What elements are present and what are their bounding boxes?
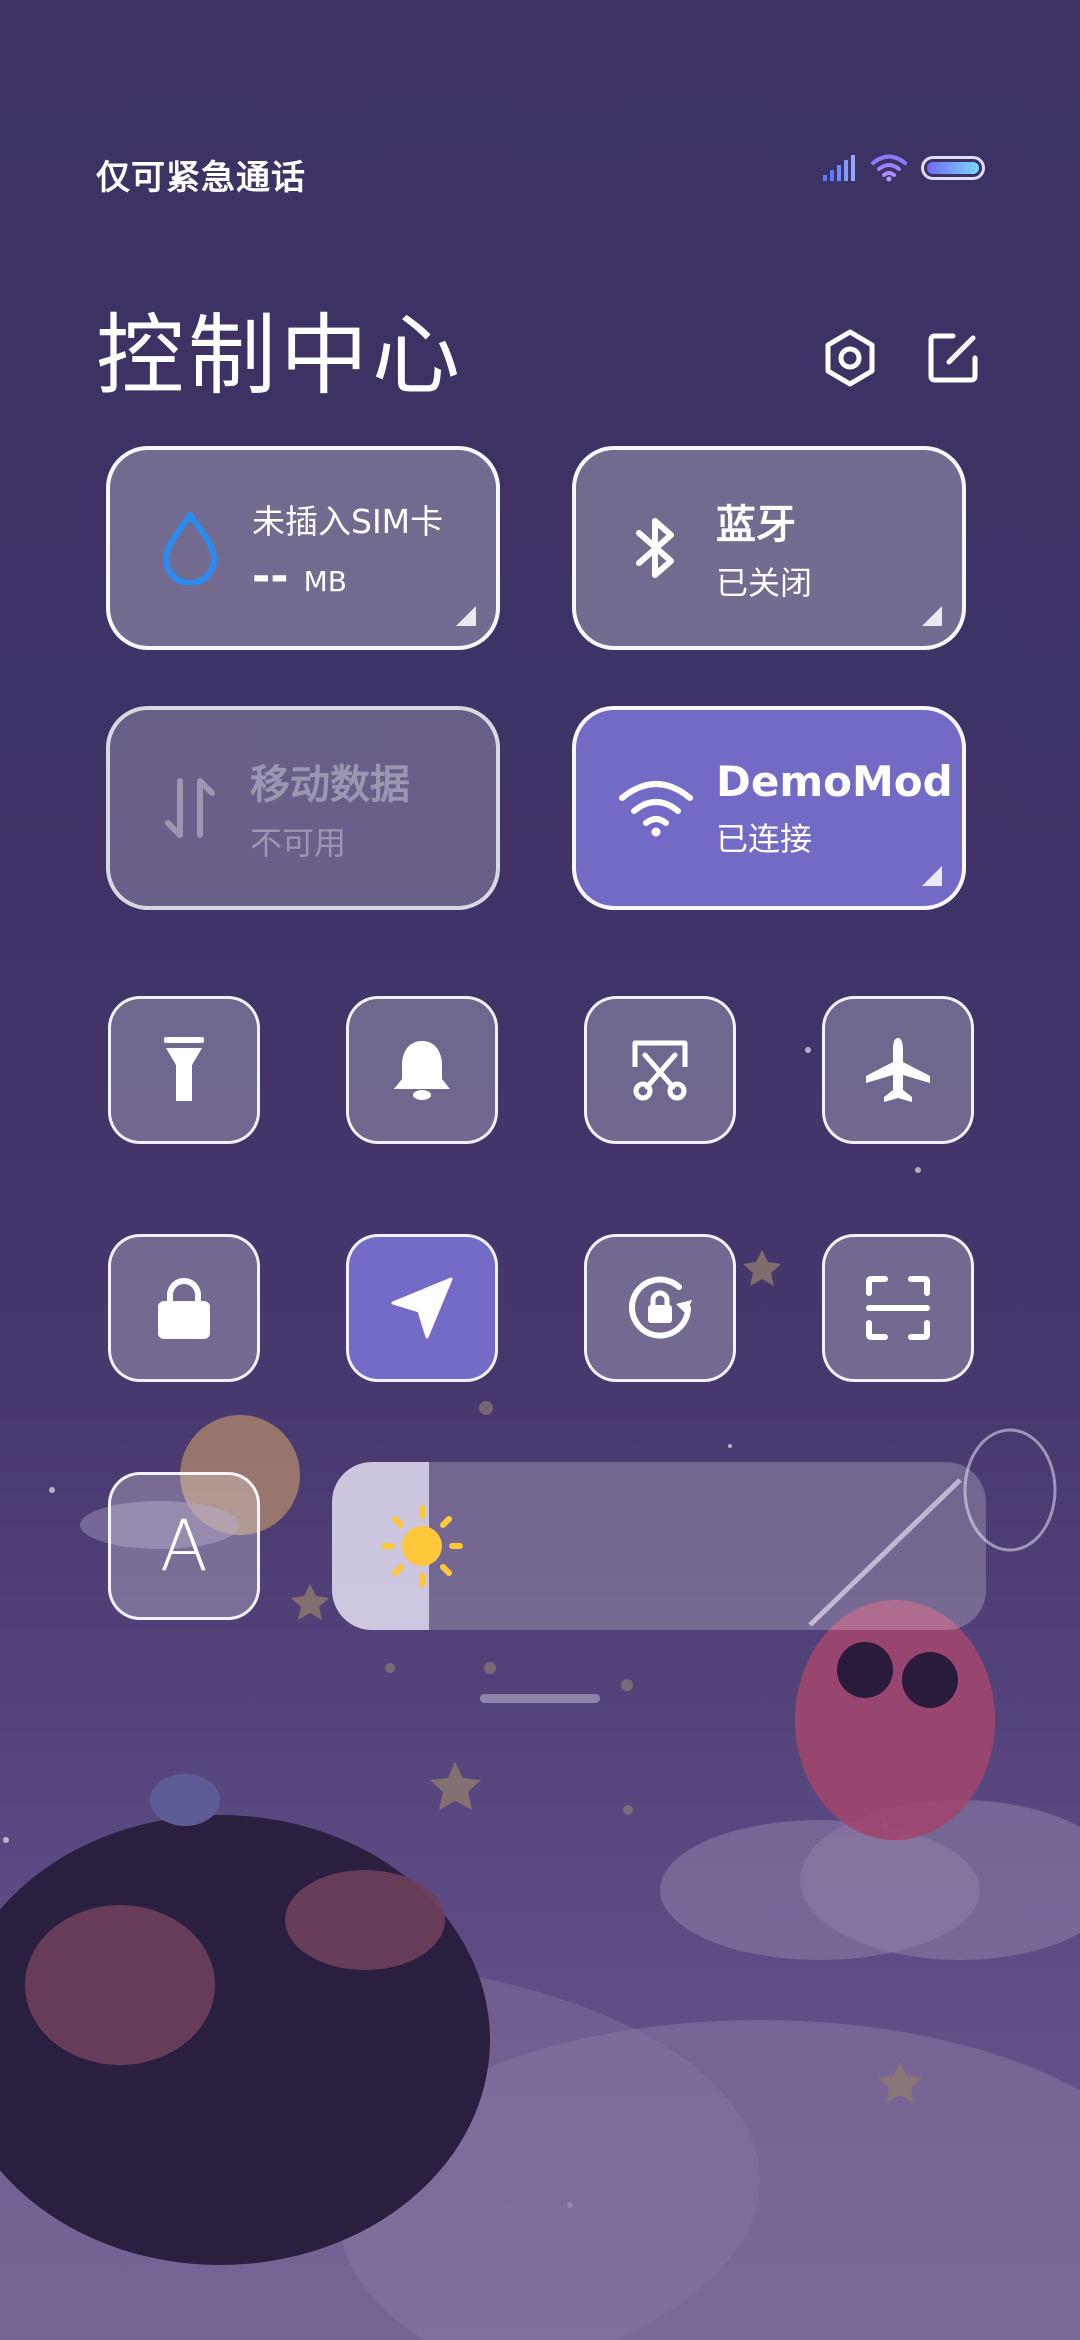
toggle-flashlight[interactable] [108,996,260,1144]
wifi-status-icon [871,154,907,182]
location-arrow-icon [391,1277,453,1339]
mobile-data-label: 移动数据 [250,762,410,808]
tile-wifi[interactable]: DemoMod 已连接 [572,706,966,910]
status-icons [823,154,985,182]
toggle-ring[interactable] [346,996,498,1144]
flashlight-icon [164,1037,204,1101]
page-title: 控制中心 [96,304,465,407]
expand-corner-icon [922,606,942,626]
toggle-scanner[interactable] [822,1234,974,1382]
tile-bluetooth[interactable]: 蓝牙 已关闭 [572,446,966,650]
letter-a-icon: A [160,1505,208,1587]
wifi-status: 已连接 [716,819,813,858]
scissors-screenshot-icon [632,1040,688,1101]
sim-status-label: 未插入SIM卡 [252,501,444,541]
mobile-data-status: 不可用 [250,824,347,862]
bluetooth-icon [616,508,696,588]
scan-icon [866,1276,930,1340]
home-indicator[interactable] [480,1694,600,1703]
carrier-status-text: 仅可紧急通话 [96,158,306,198]
settings-icon[interactable] [820,328,880,388]
data-usage-value: -- [252,550,289,602]
edit-icon[interactable] [923,328,983,388]
bluetooth-status: 已关闭 [716,564,813,602]
toggle-airplane-mode[interactable] [822,996,974,1144]
data-usage-unit: MB [303,564,347,598]
battery-icon [921,156,985,180]
lock-icon [158,1278,210,1339]
tile-mobile-data[interactable]: 移动数据 不可用 [106,706,500,910]
brightness-slider[interactable] [332,1462,986,1630]
bluetooth-label: 蓝牙 [716,502,796,548]
tile-mobile-data-usage[interactable]: 未插入SIM卡 -- MB [106,446,500,650]
sun-icon [381,1505,463,1587]
water-drop-icon [150,508,230,588]
toggle-lock-screen[interactable] [108,1234,260,1382]
toggle-rotation-lock[interactable] [584,1234,736,1382]
wifi-network-name: DemoMod [716,756,953,806]
bell-icon [394,1041,450,1100]
expand-corner-icon [456,606,476,626]
toggle-font-size[interactable]: A [108,1472,260,1620]
signal-icon [823,155,855,181]
toggle-screenshot[interactable] [584,996,736,1144]
expand-corner-icon [922,866,942,886]
toggle-location[interactable] [346,1234,498,1382]
wifi-icon [616,768,696,848]
rotation-lock-icon [629,1276,692,1339]
battery-level [927,162,979,174]
data-transfer-icon [150,768,230,848]
airplane-icon [866,1038,930,1102]
